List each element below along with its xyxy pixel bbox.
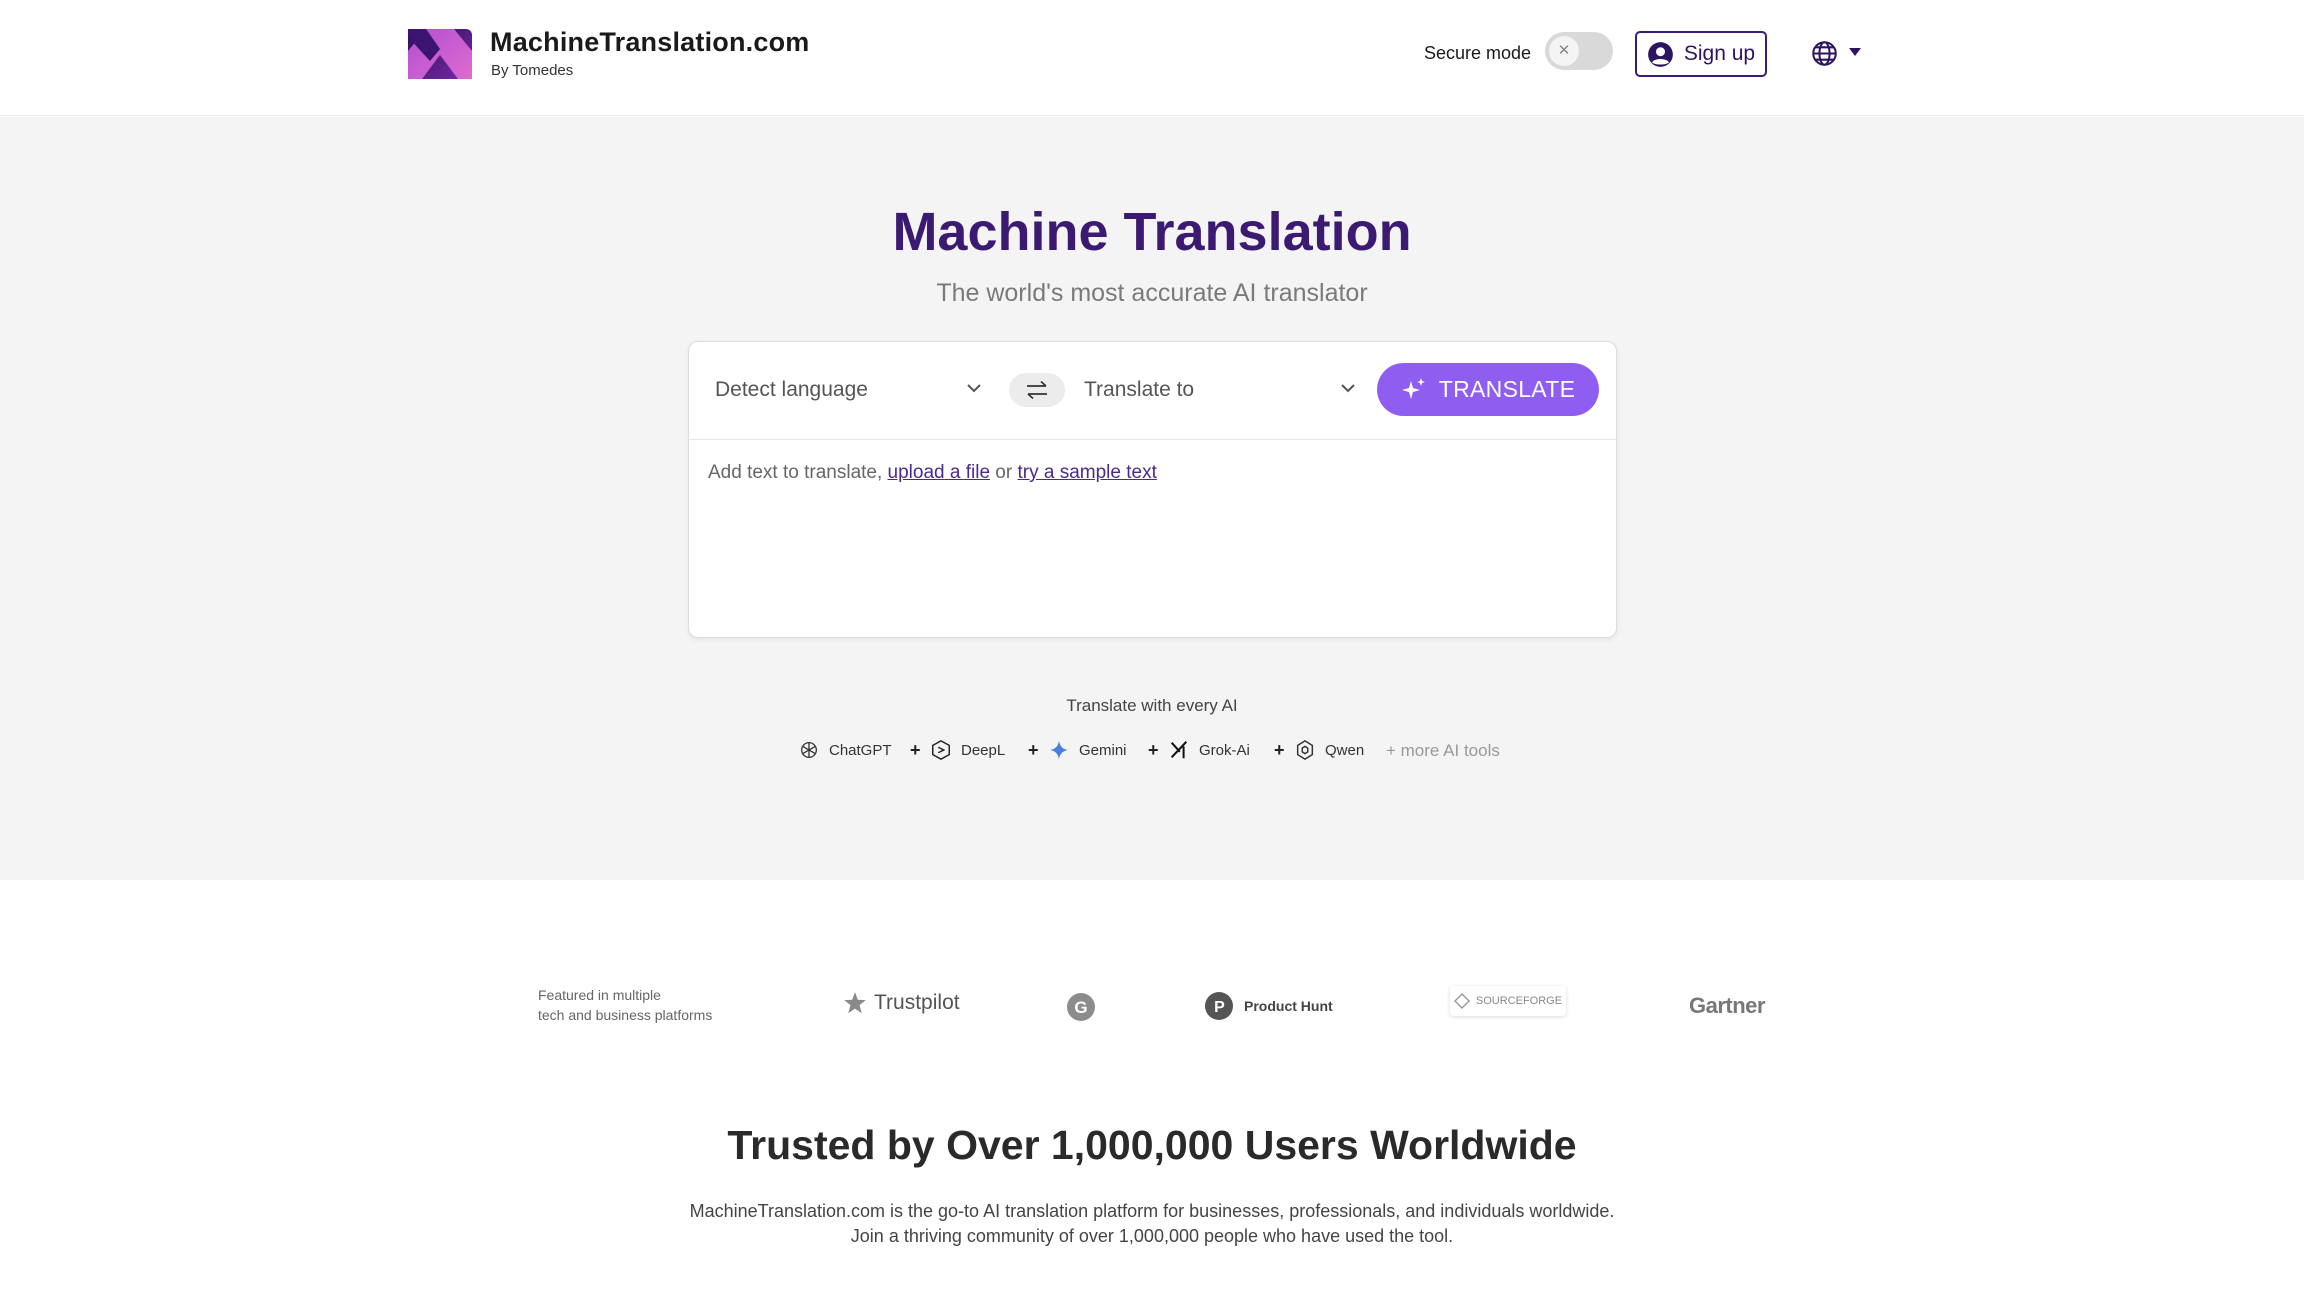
translate-button[interactable]: TRANSLATE <box>1377 363 1599 416</box>
sourceforge-icon <box>1453 993 1470 1009</box>
star-icon <box>844 992 866 1014</box>
caret-down-icon[interactable] <box>1849 47 1861 57</box>
gartner-logo[interactable]: Gartner <box>1689 993 1765 1019</box>
ai-tool-chatgpt: ChatGPT <box>798 739 892 761</box>
trusted-line2: Join a thriving community of over 1,000,… <box>850 1226 1454 1246</box>
plus-sign: + <box>1148 740 1159 760</box>
chevron-down-icon[interactable] <box>967 384 981 393</box>
trusted-heading: Trusted by Over 1,000,000 Users Worldwid… <box>727 1122 1577 1168</box>
featured-label: Featured in multiple tech and business p… <box>538 985 712 1025</box>
chevron-down-icon[interactable] <box>1341 384 1355 393</box>
product-hunt-icon: P <box>1205 992 1233 1020</box>
product-hunt-label: Product Hunt <box>1244 998 1333 1014</box>
chatgpt-icon <box>801 742 817 758</box>
ai-tool-name: DeepL <box>961 741 1006 759</box>
page-title: Machine Translation <box>892 202 1412 262</box>
user-circle-icon <box>1648 41 1673 67</box>
swap-icon <box>1027 380 1047 400</box>
trusted-line1: MachineTranslation.com is the go-to AI t… <box>689 1201 1615 1221</box>
sourceforge-label: SOURCEFORGE <box>1475 995 1563 1007</box>
close-icon: ✕ <box>1549 36 1579 66</box>
translator-toolbar: Detect language Translate to TRANSLATE <box>689 342 1616 440</box>
globe-icon[interactable] <box>1811 40 1838 67</box>
swap-languages-button[interactable] <box>1009 373 1065 407</box>
target-language-select[interactable]: Translate to <box>1084 378 1194 402</box>
secure-mode-toggle[interactable]: ✕ <box>1545 32 1613 70</box>
brand-subtitle: By Tomedes <box>491 62 574 79</box>
ai-tool-name: Qwen <box>1325 741 1365 759</box>
source-text-input[interactable]: Add text to translate, upload a file or … <box>708 462 1157 484</box>
sourceforge-logo[interactable]: SOURCEFORGE <box>1450 986 1566 1016</box>
ai-tool-name: ChatGPT <box>829 741 892 759</box>
trustpilot-logo[interactable]: Trustpilot <box>842 990 960 1016</box>
more-ai-tools-link[interactable]: + more AI tools <box>1386 741 1500 761</box>
sign-up-label: Sign up <box>1683 42 1756 65</box>
deepl-icon <box>932 739 950 761</box>
qwen-icon <box>1296 739 1314 761</box>
grok-icon <box>1170 741 1188 759</box>
gemini-icon <box>1049 740 1069 760</box>
gartner-label: Gartner <box>1689 993 1765 1018</box>
secure-mode-label: Secure mode <box>1424 43 1532 63</box>
or-text: or <box>995 462 1013 483</box>
plus-sign: + <box>910 740 921 760</box>
sign-up-button[interactable]: Sign up <box>1635 31 1767 77</box>
source-language-select[interactable]: Detect language <box>715 378 868 402</box>
translate-label: TRANSLATE <box>1438 376 1576 402</box>
trustpilot-label: Trustpilot <box>874 991 960 1014</box>
brand-name[interactable]: MachineTranslation.com <box>490 27 809 58</box>
featured-label-line2: tech and business platforms <box>538 1007 713 1023</box>
ai-tool-name: Gemini <box>1079 741 1127 759</box>
g2-icon: G <box>1067 993 1095 1021</box>
ai-tool-gemini: Gemini <box>1048 739 1127 761</box>
translator-card: Detect language Translate to TRANSLATE A… <box>688 341 1617 638</box>
placeholder-text: Add text to translate, <box>708 462 883 483</box>
plus-sign: + <box>1028 740 1039 760</box>
plus-sign: + <box>1274 740 1285 760</box>
site-header: MachineTranslation.com By Tomedes Secure… <box>0 0 2304 116</box>
ai-tool-name: Grok-Ai <box>1199 741 1250 759</box>
product-hunt-logo[interactable]: P Product Hunt <box>1204 991 1333 1021</box>
ai-tool-qwen: Qwen <box>1294 739 1364 761</box>
logo-icon[interactable] <box>408 29 472 79</box>
ai-tools-label: Translate with every AI <box>1066 696 1238 715</box>
page-subtitle: The world's most accurate AI translator <box>936 279 1368 307</box>
g2-logo[interactable]: G <box>1066 992 1096 1022</box>
sample-text-link[interactable]: try a sample text <box>1017 462 1156 483</box>
ai-tool-deepl: DeepL <box>930 739 1005 761</box>
upload-file-link[interactable]: upload a file <box>888 462 990 483</box>
product-hunt-letter: P <box>1214 999 1225 1016</box>
featured-label-line1: Featured in multiple <box>538 987 661 1003</box>
hero-section: Machine Translation The world's most acc… <box>0 117 2304 880</box>
g2-letter: G <box>1074 998 1087 1017</box>
sparkle-icon <box>1401 377 1425 399</box>
trusted-description: MachineTranslation.com is the go-to AI t… <box>0 1199 2304 1249</box>
ai-tool-grok: Grok-Ai <box>1168 739 1250 761</box>
